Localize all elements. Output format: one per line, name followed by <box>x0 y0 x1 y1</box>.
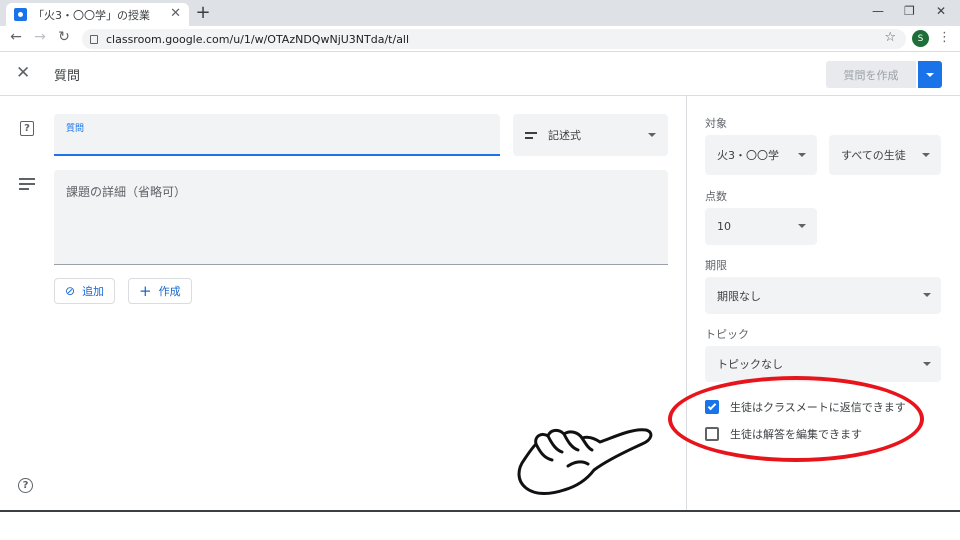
chevron-down-icon <box>648 133 656 137</box>
question-input[interactable]: 質問 <box>54 114 500 156</box>
browser-menu-icon[interactable]: ⋮ <box>938 30 951 45</box>
close-icon[interactable]: ✕ <box>16 63 30 83</box>
topic-select-value: トピックなし <box>717 358 783 371</box>
add-button[interactable]: ⊘ 追加 <box>54 278 116 304</box>
chevron-down-icon <box>798 153 806 157</box>
help-icon[interactable]: ? <box>18 478 33 493</box>
plus-icon: + <box>139 282 152 300</box>
create-options-button[interactable] <box>918 61 942 88</box>
address-bar: ← → ↻ classroom.google.com/u/1/w/OTAzNDQ… <box>0 26 960 52</box>
lock-icon <box>90 34 98 44</box>
chevron-down-icon <box>798 224 806 228</box>
app-header: ✕ 質問 質問を作成 <box>0 52 960 96</box>
url-field[interactable]: classroom.google.com/u/1/w/OTAzNDQwNjU3N… <box>82 29 906 49</box>
tab-close-icon[interactable]: ✕ <box>170 6 181 21</box>
class-select-value: 火3・〇〇学 <box>717 149 779 162</box>
pointing-hand-icon <box>517 428 653 495</box>
details-icon <box>19 178 35 193</box>
chevron-down-icon <box>923 362 931 366</box>
points-select-value: 10 <box>717 220 731 233</box>
reload-icon[interactable]: ↻ <box>56 29 72 45</box>
profile-avatar[interactable]: S <box>912 30 929 47</box>
chevron-down-icon <box>922 153 930 157</box>
due-select-value: 期限なし <box>717 289 761 303</box>
window-close-icon[interactable]: ✕ <box>936 4 946 18</box>
add-button-label: 追加 <box>82 285 105 298</box>
target-label: 対象 <box>705 117 727 130</box>
question-type-select[interactable]: 記述式 <box>513 114 668 156</box>
due-label: 期限 <box>705 259 727 272</box>
points-select[interactable]: 10 <box>705 208 817 245</box>
students-select[interactable]: すべての生徒 <box>829 135 941 175</box>
browser-tab-bar: 「火3・〇〇学」の授業 ✕ + — ❐ ✕ <box>0 0 960 26</box>
question-type-value: 記述式 <box>548 129 581 142</box>
details-placeholder: 課題の詳細（省略可） <box>66 185 187 199</box>
paperclip-icon: ⊘ <box>65 284 76 298</box>
question-label: 質問 <box>66 124 85 134</box>
url-text: classroom.google.com/u/1/w/OTAzNDQwNjU3N… <box>106 32 410 46</box>
due-select[interactable]: 期限なし <box>705 277 941 314</box>
highlight-ellipse <box>668 376 924 462</box>
window-bottom-edge <box>0 510 960 512</box>
short-answer-icon <box>525 131 537 139</box>
points-label: 点数 <box>705 190 727 203</box>
page-title: 質問 <box>54 69 81 84</box>
details-input[interactable]: 課題の詳細（省略可） <box>54 170 668 265</box>
back-icon[interactable]: ← <box>8 29 24 45</box>
forward-icon[interactable]: → <box>32 29 48 45</box>
create-button[interactable]: + 作成 <box>128 278 192 304</box>
tab-title: 「火3・〇〇学」の授業 <box>33 8 150 22</box>
bookmark-star-icon[interactable]: ☆ <box>884 30 896 45</box>
chevron-down-icon <box>926 72 934 77</box>
browser-tab[interactable]: 「火3・〇〇学」の授業 ✕ <box>6 3 189 26</box>
minimize-icon[interactable]: — <box>872 4 884 18</box>
class-select[interactable]: 火3・〇〇学 <box>705 135 817 175</box>
create-button-label: 作成 <box>158 285 181 298</box>
topic-label: トピック <box>705 328 749 341</box>
create-question-button[interactable]: 質問を作成 <box>826 61 916 88</box>
question-icon: ? <box>20 121 34 136</box>
restore-icon[interactable]: ❐ <box>904 4 915 18</box>
students-select-value: すべての生徒 <box>841 149 906 162</box>
new-tab-icon[interactable]: + <box>195 2 211 23</box>
chevron-down-icon <box>923 293 931 297</box>
classroom-favicon-icon <box>14 8 27 21</box>
